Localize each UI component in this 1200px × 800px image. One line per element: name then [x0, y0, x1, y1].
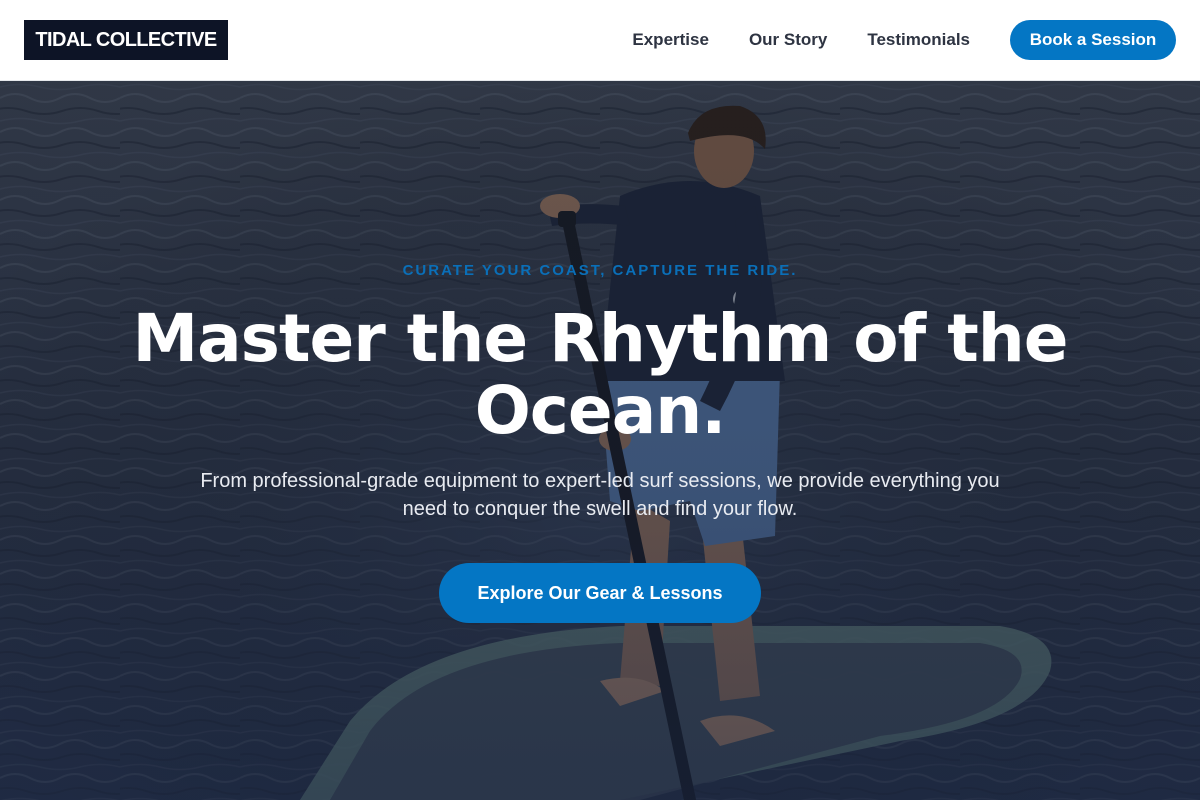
hero-headline: Master the Rhythm of the Ocean. [132, 300, 1068, 449]
hero-subtitle: From professional-grade equipment to exp… [200, 470, 1000, 520]
hero-section: CURATE YOUR COAST, CAPTURE THE RIDE. Mas… [0, 81, 1200, 800]
nav-link-expertise[interactable]: Expertise [632, 30, 709, 50]
logo[interactable]: TIDAL COLLECTIVE [24, 20, 228, 60]
site-header: TIDAL COLLECTIVE Expertise Our Story Tes… [0, 0, 1200, 81]
nav-link-our-story[interactable]: Our Story [749, 30, 827, 50]
hero-eyebrow: CURATE YOUR COAST, CAPTURE THE RIDE. [402, 262, 798, 279]
explore-gear-lessons-button[interactable]: Explore Our Gear & Lessons [439, 563, 761, 623]
book-session-button[interactable]: Book a Session [1010, 20, 1176, 60]
main-nav: Expertise Our Story Testimonials Book a … [632, 0, 1176, 80]
nav-link-testimonials[interactable]: Testimonials [867, 30, 970, 50]
